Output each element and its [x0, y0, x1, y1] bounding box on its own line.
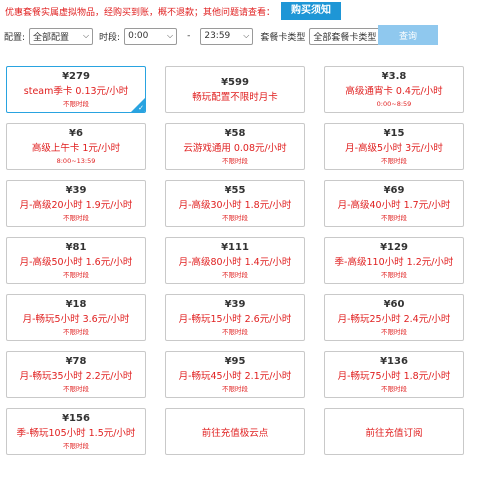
package-card[interactable]: ¥69 月-高级40小时 1.7元/小时 不限时段 — [324, 180, 464, 227]
link-label: 前往充值极云点 — [201, 427, 269, 439]
package-card[interactable]: ¥60 月-畅玩25小时 2.4元/小时 不限时段 — [324, 294, 464, 341]
package-time-range: 不限时段 — [381, 385, 407, 393]
package-price: ¥60 — [383, 299, 405, 310]
config-select-value: 全部配置 — [33, 32, 70, 43]
package-name: 月-畅玩25小时 2.4元/小时 — [337, 314, 451, 325]
package-time-range: 不限时段 — [222, 214, 248, 222]
package-time-range: 不限时段 — [222, 385, 248, 393]
package-card[interactable]: ¥15 月-高级5小时 3元/小时 不限时段 — [324, 123, 464, 170]
package-name: 高级上午卡 1元/小时 — [31, 143, 121, 154]
chevron-down-icon: ⌵ — [82, 31, 90, 40]
card-type-label: 套餐卡类型 — [260, 32, 306, 43]
package-name: 月-高级50小时 1.6元/小时 — [19, 257, 133, 268]
package-time-range: 不限时段 — [63, 271, 89, 279]
package-time-range: 不限时段 — [63, 385, 89, 393]
config-select[interactable]: 全部配置 ⌵ — [29, 27, 94, 45]
package-price: ¥6 — [69, 128, 83, 139]
package-time-range: 不限时段 — [381, 214, 407, 222]
package-time-range: 0:00~8:59 — [376, 100, 412, 108]
package-price: ¥95 — [224, 356, 246, 367]
card-type-value: 全部套餐卡类型 — [313, 32, 377, 43]
package-time-range: 8:00~13:59 — [56, 157, 96, 165]
package-name: 季-高级110小时 1.2元/小时 — [334, 257, 454, 268]
package-name: 月-畅玩45小时 2.1元/小时 — [178, 371, 292, 382]
purchase-guide-button[interactable]: 购买须知 — [281, 2, 342, 20]
chevron-down-icon: ⌵ — [167, 31, 174, 40]
package-price: ¥69 — [383, 185, 405, 196]
package-time-range: 不限时段 — [63, 100, 89, 108]
recharge-points-link[interactable]: 前往充值极云点 — [165, 408, 305, 455]
package-price: ¥136 — [380, 356, 408, 367]
purchase-notice: 优惠套餐实属虚拟物品，经购买到账，概不退款；其他问题请查看： 购买须知 — [5, 2, 342, 20]
package-price: ¥279 — [62, 71, 90, 82]
package-name: 高级通宵卡 0.4元/小时 — [345, 86, 443, 97]
time-start-value: 0:00 — [128, 31, 149, 41]
package-price: ¥156 — [62, 413, 90, 424]
package-name: 云游戏通用 0.08元/小时 — [183, 143, 287, 154]
package-time-range: 不限时段 — [222, 157, 248, 165]
time-start-select[interactable]: 0:00 ⌵ — [124, 27, 178, 45]
package-time-range: 不限时段 — [63, 214, 89, 222]
package-time-range: 不限时段 — [222, 328, 248, 336]
package-card[interactable]: ¥3.8 高级通宵卡 0.4元/小时 0:00~8:59 — [324, 66, 464, 113]
package-name: 月-高级80小时 1.4元/小时 — [178, 257, 292, 268]
package-time-range: 不限时段 — [381, 271, 407, 279]
package-price: ¥78 — [65, 356, 87, 367]
package-card[interactable]: ¥58 云游戏通用 0.08元/小时 不限时段 — [165, 123, 305, 170]
package-name: 月-畅玩35小时 2.2元/小时 — [19, 371, 133, 382]
package-card[interactable]: ¥6 高级上午卡 1元/小时 8:00~13:59 — [6, 123, 146, 170]
package-price: ¥111 — [221, 242, 249, 253]
package-name: 畅玩配置不限时月卡 — [192, 91, 278, 103]
chevron-down-icon: ⌵ — [243, 31, 250, 40]
package-name: 季-畅玩105小时 1.5元/小时 — [16, 428, 136, 439]
config-label: 配置: — [4, 32, 26, 43]
recharge-subscription-link[interactable]: 前往充值订阅 — [324, 408, 464, 455]
package-card[interactable]: ¥129 季-高级110小时 1.2元/小时 不限时段 — [324, 237, 464, 284]
package-time-range: 不限时段 — [63, 442, 89, 450]
package-price: ¥129 — [380, 242, 408, 253]
package-name: 月-高级40小时 1.7元/小时 — [337, 200, 451, 211]
check-icon: ✓ — [138, 104, 144, 112]
package-name: 月-畅玩5小时 3.6元/小时 — [22, 314, 130, 325]
package-price: ¥39 — [65, 185, 87, 196]
package-name: 月-畅玩75小时 1.8元/小时 — [337, 371, 451, 382]
package-card[interactable]: ¥18 月-畅玩5小时 3.6元/小时 不限时段 — [6, 294, 146, 341]
package-price: ¥15 — [383, 128, 405, 139]
package-card[interactable]: ¥55 月-高级30小时 1.8元/小时 不限时段 — [165, 180, 305, 227]
package-price: ¥18 — [65, 299, 87, 310]
package-card[interactable]: ¥136 月-畅玩75小时 1.8元/小时 不限时段 — [324, 351, 464, 398]
package-time-range: 不限时段 — [381, 328, 407, 336]
package-card[interactable]: ¥111 月-高级80小时 1.4元/小时 不限时段 — [165, 237, 305, 284]
package-time-range: 不限时段 — [63, 328, 89, 336]
package-name: 月-高级30小时 1.8元/小时 — [178, 200, 292, 211]
package-price: ¥81 — [65, 242, 87, 253]
notice-text: 优惠套餐实属虚拟物品，经购买到账，概不退款；其他问题请查看： — [5, 7, 276, 18]
package-price: ¥39 — [224, 299, 246, 310]
package-card[interactable]: ¥599 畅玩配置不限时月卡 — [165, 66, 305, 113]
package-card-grid: ¥279 steam季卡 0.13元/小时 不限时段 ✓ ¥599 畅玩配置不限时月卡 ¥3… — [6, 66, 490, 455]
package-card[interactable]: ¥156 季-畅玩105小时 1.5元/小时 不限时段 — [6, 408, 146, 455]
package-price: ¥599 — [221, 76, 249, 88]
package-card[interactable]: ¥78 月-畅玩35小时 2.2元/小时 不限时段 — [6, 351, 146, 398]
time-label: 时段: — [99, 32, 121, 43]
package-name: steam季卡 0.13元/小时 — [23, 86, 129, 97]
package-price: ¥55 — [224, 185, 246, 196]
package-card[interactable]: ¥279 steam季卡 0.13元/小时 不限时段 ✓ — [6, 66, 146, 113]
package-time-range: 不限时段 — [381, 157, 407, 165]
package-price: ¥3.8 — [381, 71, 407, 82]
time-end-value: 23:59 — [204, 31, 231, 41]
package-card[interactable]: ¥39 月-畅玩15小时 2.6元/小时 不限时段 — [165, 294, 305, 341]
package-time-range: 不限时段 — [222, 271, 248, 279]
time-end-select[interactable]: 23:59 ⌵ — [200, 27, 254, 45]
package-card[interactable]: ¥39 月-高级20小时 1.9元/小时 不限时段 — [6, 180, 146, 227]
package-price: ¥58 — [224, 128, 246, 139]
package-card[interactable]: ¥95 月-畅玩45小时 2.1元/小时 不限时段 — [165, 351, 305, 398]
time-separator: - — [187, 31, 191, 41]
package-name: 月-畅玩15小时 2.6元/小时 — [178, 314, 292, 325]
search-button[interactable]: 查询 — [378, 25, 438, 45]
link-label: 前往充值订阅 — [365, 427, 423, 439]
package-name: 月-高级20小时 1.9元/小时 — [19, 200, 133, 211]
package-name: 月-高级5小时 3元/小时 — [345, 143, 443, 154]
package-card[interactable]: ¥81 月-高级50小时 1.6元/小时 不限时段 — [6, 237, 146, 284]
